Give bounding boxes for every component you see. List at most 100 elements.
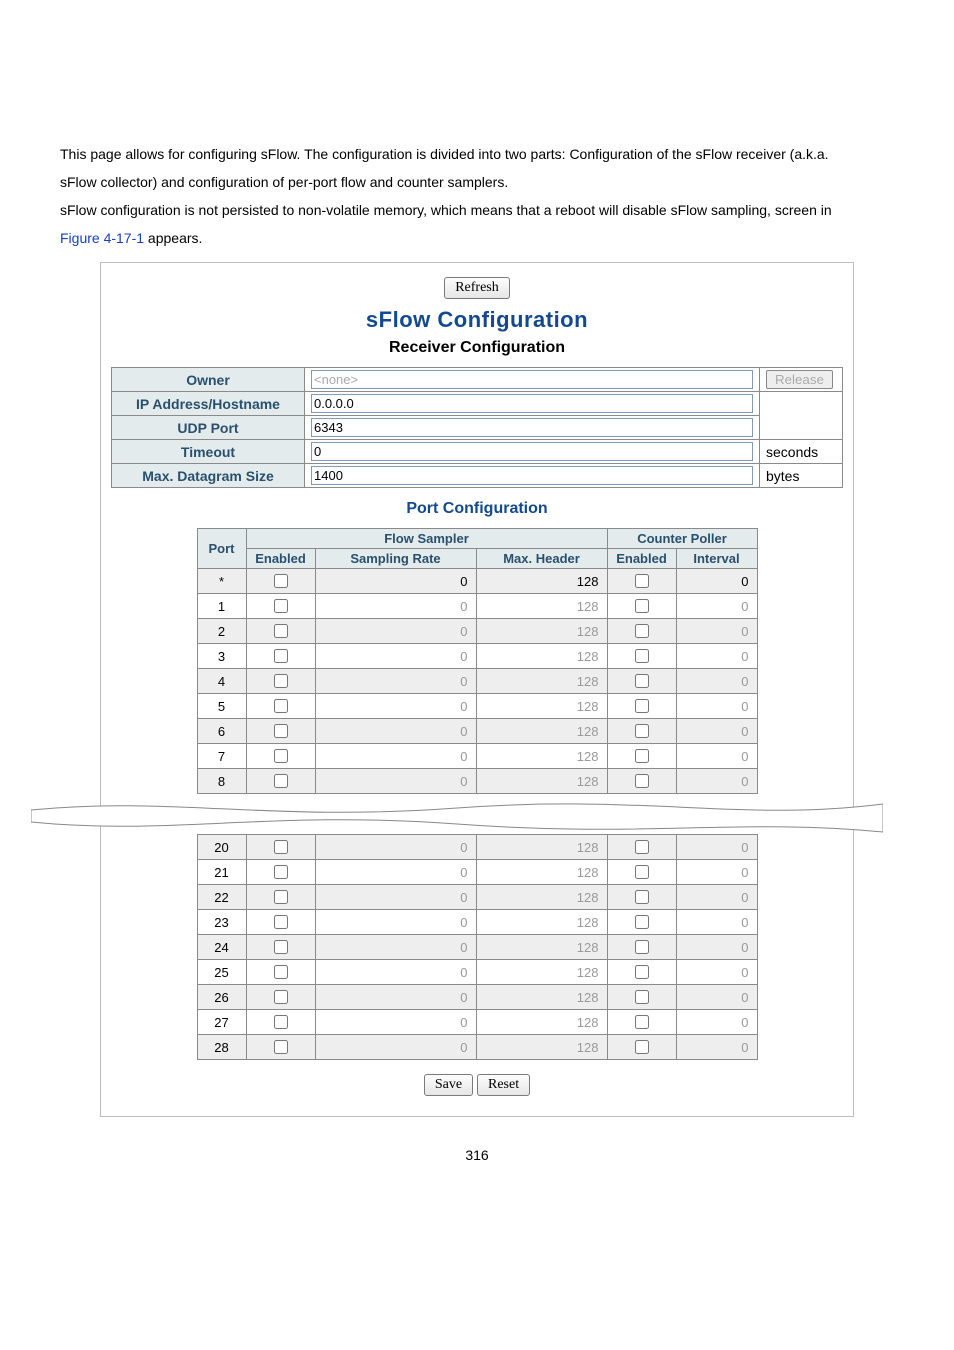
max-header-input[interactable] xyxy=(481,774,601,789)
counter-enabled-checkbox[interactable] xyxy=(635,915,649,929)
flow-enabled-checkbox[interactable] xyxy=(274,674,288,688)
flow-enabled-checkbox[interactable] xyxy=(274,774,288,788)
flow-enabled-checkbox[interactable] xyxy=(274,840,288,854)
max-header-input[interactable] xyxy=(481,990,601,1005)
counter-enabled-checkbox[interactable] xyxy=(635,674,649,688)
max-header-input[interactable] xyxy=(481,890,601,905)
sampling-rate-input[interactable] xyxy=(320,990,470,1005)
flow-enabled-checkbox[interactable] xyxy=(274,990,288,1004)
sampling-rate-input[interactable] xyxy=(320,840,470,855)
ip-input[interactable] xyxy=(311,394,753,413)
flow-enabled-checkbox[interactable] xyxy=(274,1040,288,1054)
interval-input[interactable] xyxy=(681,865,751,880)
max-header-input[interactable] xyxy=(481,699,601,714)
counter-enabled-checkbox[interactable] xyxy=(635,990,649,1004)
refresh-button[interactable]: Refresh xyxy=(444,277,510,299)
sampling-rate-input[interactable] xyxy=(320,699,470,714)
sampling-rate-input[interactable] xyxy=(320,915,470,930)
counter-enabled-checkbox[interactable] xyxy=(635,840,649,854)
sampling-rate-input[interactable] xyxy=(320,940,470,955)
timeout-input[interactable] xyxy=(311,442,753,461)
interval-input[interactable] xyxy=(681,574,751,589)
flow-enabled-checkbox[interactable] xyxy=(274,965,288,979)
reset-button[interactable]: Reset xyxy=(477,1074,530,1096)
max-header-input[interactable] xyxy=(481,965,601,980)
sampling-rate-input[interactable] xyxy=(320,865,470,880)
interval-input[interactable] xyxy=(681,965,751,980)
flow-enabled-checkbox[interactable] xyxy=(274,649,288,663)
counter-enabled-checkbox[interactable] xyxy=(635,724,649,738)
interval-input[interactable] xyxy=(681,940,751,955)
sampling-rate-input[interactable] xyxy=(320,965,470,980)
max-header-input[interactable] xyxy=(481,915,601,930)
udp-input[interactable] xyxy=(311,418,753,437)
interval-input[interactable] xyxy=(681,699,751,714)
counter-enabled-checkbox[interactable] xyxy=(635,624,649,638)
max-header-input[interactable] xyxy=(481,624,601,639)
max-header-input[interactable] xyxy=(481,865,601,880)
sampling-rate-input[interactable] xyxy=(320,1015,470,1030)
interval-input[interactable] xyxy=(681,840,751,855)
sampling-rate-input[interactable] xyxy=(320,599,470,614)
max-header-input[interactable] xyxy=(481,724,601,739)
counter-enabled-checkbox[interactable] xyxy=(635,599,649,613)
sampling-rate-input[interactable] xyxy=(320,574,470,589)
figure-reference-link[interactable]: Figure 4-17-1 xyxy=(60,230,144,246)
interval-input[interactable] xyxy=(681,774,751,789)
flow-enabled-checkbox[interactable] xyxy=(274,699,288,713)
counter-enabled-checkbox[interactable] xyxy=(635,965,649,979)
counter-enabled-checkbox[interactable] xyxy=(635,649,649,663)
flow-enabled-checkbox[interactable] xyxy=(274,574,288,588)
interval-input[interactable] xyxy=(681,599,751,614)
flow-enabled-checkbox[interactable] xyxy=(274,1015,288,1029)
interval-input[interactable] xyxy=(681,724,751,739)
sampling-rate-input[interactable] xyxy=(320,674,470,689)
flow-enabled-checkbox[interactable] xyxy=(274,940,288,954)
max-header-input[interactable] xyxy=(481,1040,601,1055)
sampling-rate-input[interactable] xyxy=(320,890,470,905)
interval-input[interactable] xyxy=(681,890,751,905)
owner-input[interactable] xyxy=(311,370,753,389)
max-header-input[interactable] xyxy=(481,599,601,614)
counter-enabled-checkbox[interactable] xyxy=(635,774,649,788)
interval-input[interactable] xyxy=(681,990,751,1005)
maxdata-input[interactable] xyxy=(311,466,753,485)
interval-input[interactable] xyxy=(681,649,751,664)
sampling-rate-input[interactable] xyxy=(320,774,470,789)
counter-enabled-checkbox[interactable] xyxy=(635,699,649,713)
max-header-input[interactable] xyxy=(481,940,601,955)
interval-input[interactable] xyxy=(681,1040,751,1055)
flow-enabled-checkbox[interactable] xyxy=(274,915,288,929)
interval-input[interactable] xyxy=(681,749,751,764)
sampling-rate-input[interactable] xyxy=(320,1040,470,1055)
interval-input[interactable] xyxy=(681,915,751,930)
flow-enabled-checkbox[interactable] xyxy=(274,890,288,904)
sampling-rate-input[interactable] xyxy=(320,749,470,764)
release-button[interactable]: Release xyxy=(766,370,833,389)
sampling-rate-input[interactable] xyxy=(320,649,470,664)
max-header-input[interactable] xyxy=(481,674,601,689)
save-button[interactable]: Save xyxy=(424,1074,473,1096)
max-header-input[interactable] xyxy=(481,840,601,855)
sampling-rate-input[interactable] xyxy=(320,624,470,639)
max-header-input[interactable] xyxy=(481,749,601,764)
flow-enabled-checkbox[interactable] xyxy=(274,865,288,879)
counter-enabled-checkbox[interactable] xyxy=(635,940,649,954)
flow-enabled-checkbox[interactable] xyxy=(274,599,288,613)
max-header-input[interactable] xyxy=(481,649,601,664)
flow-enabled-checkbox[interactable] xyxy=(274,749,288,763)
counter-enabled-checkbox[interactable] xyxy=(635,574,649,588)
interval-input[interactable] xyxy=(681,1015,751,1030)
interval-input[interactable] xyxy=(681,624,751,639)
flow-enabled-checkbox[interactable] xyxy=(274,724,288,738)
flow-enabled-checkbox[interactable] xyxy=(274,624,288,638)
max-header-input[interactable] xyxy=(481,1015,601,1030)
interval-input[interactable] xyxy=(681,674,751,689)
counter-enabled-checkbox[interactable] xyxy=(635,865,649,879)
counter-enabled-checkbox[interactable] xyxy=(635,890,649,904)
counter-enabled-checkbox[interactable] xyxy=(635,1015,649,1029)
counter-enabled-checkbox[interactable] xyxy=(635,1040,649,1054)
counter-enabled-checkbox[interactable] xyxy=(635,749,649,763)
sampling-rate-input[interactable] xyxy=(320,724,470,739)
max-header-input[interactable] xyxy=(481,574,601,589)
